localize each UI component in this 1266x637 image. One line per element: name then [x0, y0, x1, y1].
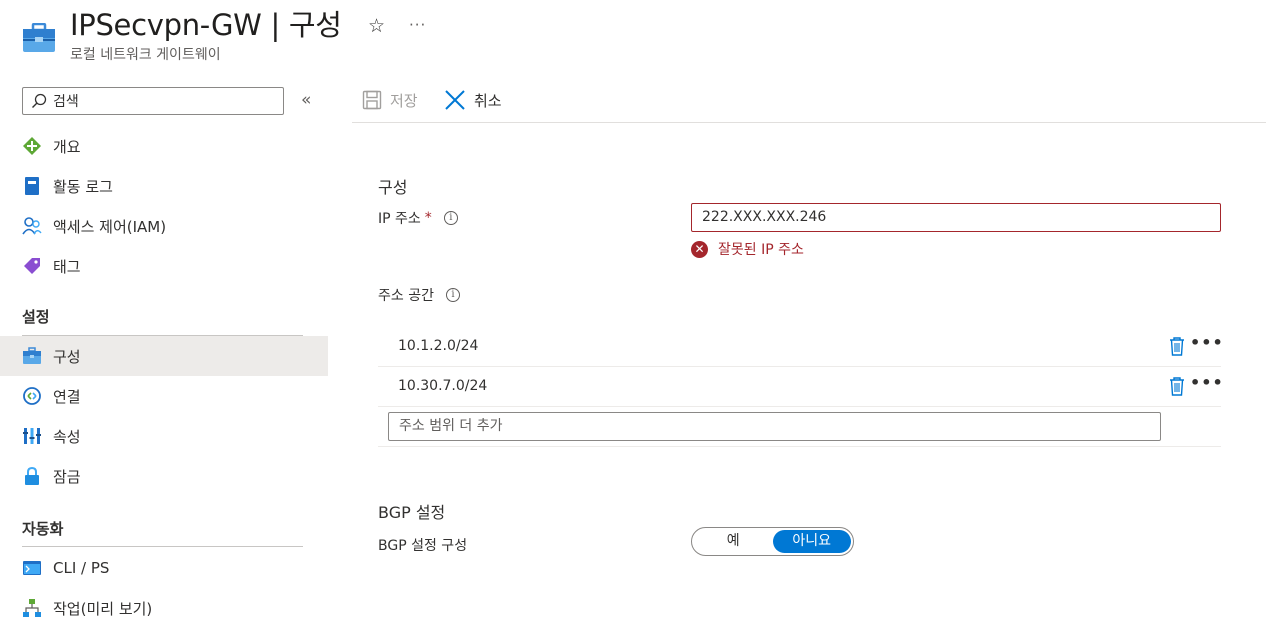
search-icon	[32, 93, 47, 108]
sidebar-item-label: 액세스 제어(IAM)	[53, 217, 167, 236]
row-divider	[378, 446, 1221, 447]
sidebar-item-label: CLI / PS	[53, 559, 110, 577]
save-label: 저장	[390, 91, 418, 110]
sidebar-item-properties[interactable]: 속성	[0, 416, 328, 456]
sidebar-item-tags[interactable]: 태그	[0, 246, 328, 286]
address-space-row: 10.30.7.0/24 •••	[378, 367, 1224, 407]
required-asterisk: *	[424, 210, 432, 226]
briefcase-icon	[22, 22, 56, 53]
delete-icon[interactable]	[1169, 376, 1185, 400]
row-more-options-icon[interactable]: •••	[1190, 373, 1224, 392]
sidebar-item-iam[interactable]: 액세스 제어(IAM)	[0, 206, 328, 246]
activity-log-icon	[22, 176, 42, 196]
sidebar-item-tasks[interactable]: 작업(미리 보기)	[0, 588, 328, 628]
ip-error-text: 잘못된 IP 주소	[718, 242, 804, 258]
overview-icon	[22, 136, 42, 156]
bgp-section-title: BGP 설정	[378, 503, 446, 522]
iam-icon	[22, 216, 42, 236]
delete-icon[interactable]	[1169, 336, 1185, 360]
sidebar-item-configuration[interactable]: 구성	[0, 336, 328, 376]
page: IPSecvpn-GW | 구성 ☆ ··· 로컬 네트워크 게이트웨이 검색 …	[0, 0, 1266, 637]
sidebar-item-overview[interactable]: 개요	[0, 126, 328, 166]
address-space-label-text: 주소 공간	[378, 288, 434, 304]
add-address-range-input[interactable]: 주소 범위 더 추가	[388, 412, 1161, 441]
config-section-title: 구성	[378, 178, 408, 197]
sidebar-item-label: 개요	[53, 137, 81, 156]
bgp-config-label: BGP 설정 구성	[378, 535, 467, 555]
sidebar-search-input[interactable]: 검색	[22, 87, 284, 115]
sidebar-item-label: 연결	[53, 387, 81, 406]
page-subtitle: 로컬 네트워크 게이트웨이	[70, 47, 221, 63]
bgp-toggle[interactable]: 예 아니요	[691, 527, 854, 556]
close-icon	[445, 90, 465, 110]
ip-address-label: IP 주소 * i	[378, 208, 458, 228]
properties-icon	[22, 426, 42, 446]
bgp-yes-option[interactable]: 예	[694, 530, 773, 553]
cli-icon	[22, 558, 42, 578]
info-icon[interactable]: i	[443, 211, 458, 225]
sidebar-item-label: 활동 로그	[53, 177, 113, 196]
connections-icon	[22, 386, 42, 406]
sidebar-divider	[22, 546, 303, 547]
ip-error-message: ✕ 잘못된 IP 주소	[691, 239, 804, 259]
page-title: IPSecvpn-GW | 구성	[70, 8, 342, 42]
cancel-button[interactable]: 취소	[444, 84, 502, 116]
sidebar-item-label: 잠금	[53, 467, 81, 486]
tag-icon	[22, 256, 42, 276]
bgp-no-option[interactable]: 아니요	[772, 530, 851, 553]
error-icon: ✕	[691, 240, 708, 258]
row-more-options-icon[interactable]: •••	[1190, 333, 1224, 352]
sidebar-item-label: 속성	[53, 427, 81, 446]
sidebar-item-connections[interactable]: 연결	[0, 376, 328, 416]
bgp-config-label-text: BGP 설정 구성	[378, 538, 468, 554]
address-space-value: 10.30.7.0/24	[398, 378, 488, 394]
favorite-star-icon[interactable]: ☆	[368, 13, 385, 39]
ip-address-label-text: IP 주소	[378, 211, 421, 227]
sidebar-item-label: 구성	[53, 347, 81, 366]
lock-icon	[22, 466, 42, 486]
address-space-label: 주소 공간 i	[378, 285, 460, 305]
more-options-icon[interactable]: ···	[409, 12, 426, 38]
collapse-sidebar-icon[interactable]: «	[301, 88, 311, 112]
sidebar-item-label: 태그	[53, 257, 81, 276]
sidebar-item-label: 작업(미리 보기)	[53, 599, 153, 618]
command-bar: 저장 취소	[352, 84, 1266, 123]
save-button[interactable]: 저장	[362, 84, 418, 116]
ip-address-input[interactable]: 222.XXX.XXX.246	[691, 203, 1221, 232]
cancel-label: 취소	[474, 91, 502, 110]
save-icon	[362, 90, 382, 110]
sidebar-item-activity-log[interactable]: 활동 로그	[0, 166, 328, 206]
sidebar-section-automation: 자동화	[22, 520, 64, 538]
configuration-icon	[22, 346, 42, 366]
info-icon[interactable]: i	[445, 288, 460, 302]
address-space-value: 10.1.2.0/24	[398, 338, 479, 354]
search-placeholder: 검색	[53, 94, 79, 110]
sidebar-item-cli-ps[interactable]: CLI / PS	[0, 548, 328, 588]
address-space-row: 10.1.2.0/24 •••	[378, 327, 1224, 367]
tasks-icon	[22, 598, 42, 618]
sidebar-section-settings: 설정	[22, 308, 50, 326]
sidebar-item-locks[interactable]: 잠금	[0, 456, 328, 496]
